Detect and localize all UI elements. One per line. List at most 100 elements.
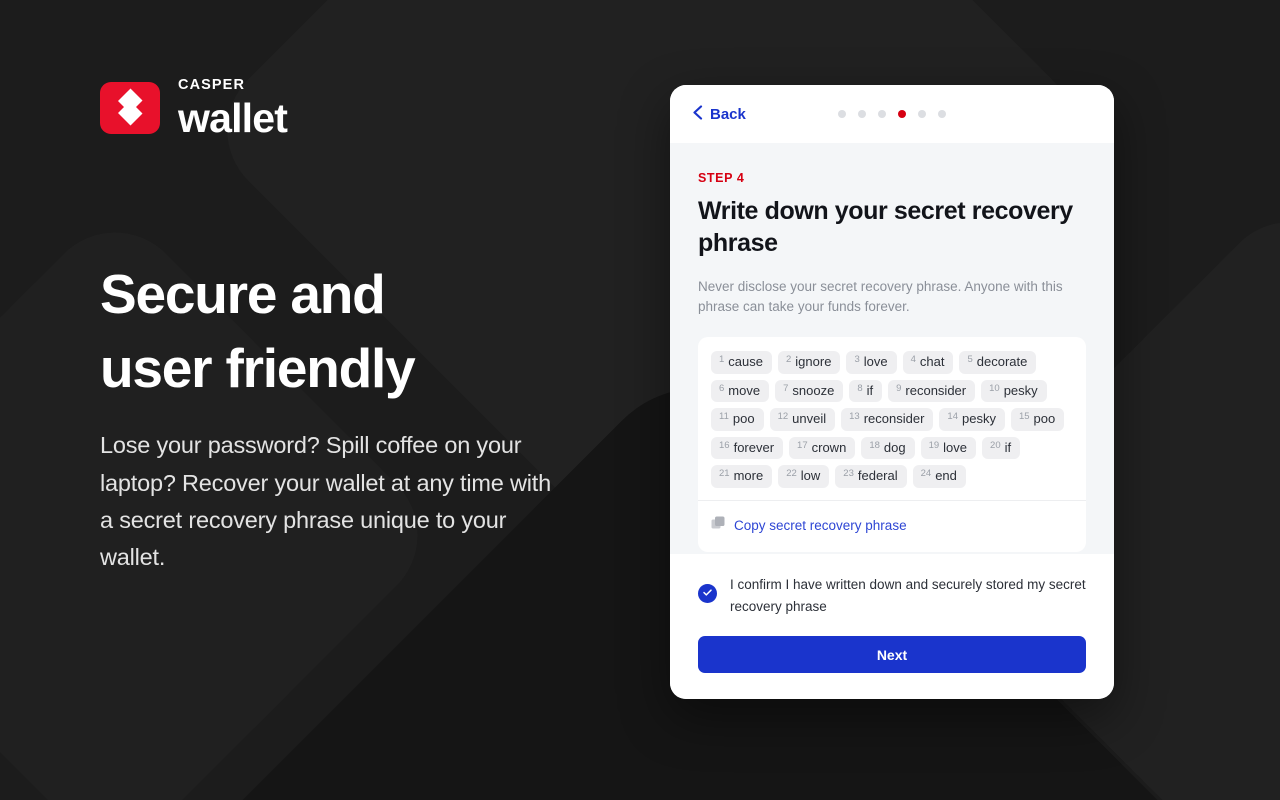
- recovery-word-index: 16: [719, 439, 730, 451]
- recovery-word-text: more: [733, 468, 764, 484]
- recovery-word-chip: 21 more: [711, 465, 773, 488]
- recovery-word-text: low: [800, 468, 821, 484]
- card-footer: I confirm I have written down and secure…: [670, 554, 1114, 699]
- recovery-word-text: love: [863, 354, 888, 370]
- hero-body: Lose your password? Spill coffee on your…: [100, 432, 551, 570]
- recovery-word-index: 6: [719, 382, 725, 394]
- recovery-word-index: 12: [777, 411, 789, 423]
- recovery-word-chip: 1 cause: [711, 351, 772, 374]
- recovery-word-text: poo: [1033, 411, 1056, 427]
- recovery-word-index: 10: [989, 382, 1000, 394]
- recovery-word-chip: 18 dog: [861, 436, 915, 460]
- recovery-word-index: 24: [920, 468, 932, 480]
- recovery-word-chip: 3 love: [846, 351, 897, 374]
- recovery-word-chip: 17 crown: [789, 436, 856, 460]
- recovery-word-index: 9: [896, 382, 902, 394]
- recovery-word-chip: 6 move: [711, 379, 770, 403]
- recovery-word-index: 11: [719, 411, 729, 423]
- recovery-word-index: 7: [783, 382, 789, 394]
- recovery-word-text: dog: [883, 439, 906, 455]
- brand-logo: CASPER wallet: [100, 77, 288, 141]
- check-icon: [702, 585, 713, 603]
- recovery-word-chip: 14 pesky: [939, 408, 1005, 431]
- recovery-word-index: 19: [928, 439, 940, 451]
- card-header: Back: [670, 85, 1114, 143]
- recovery-word-chip: 2 ignore: [778, 351, 841, 374]
- recovery-word-chip: 8 if: [849, 379, 883, 403]
- recovery-word-text: poo: [732, 411, 755, 427]
- recovery-word-text: pesky: [961, 411, 996, 427]
- brand-eyebrow: CASPER: [178, 77, 246, 93]
- recovery-word-index: 23: [843, 468, 854, 480]
- onboarding-card: Back STEP 4 Write down your secret recov…: [670, 85, 1114, 699]
- recovery-word-text: snooze: [792, 382, 835, 398]
- brand-name: wallet: [178, 94, 288, 141]
- step-dot-1[interactable]: [838, 110, 846, 118]
- recovery-word-text: love: [943, 439, 968, 455]
- recovery-word-chip: 16 forever: [711, 436, 784, 460]
- recovery-phrase-panel: 1 cause 2 ignore 3 love 4 chat 5 decorate 6 move 7 sn…: [698, 337, 1086, 552]
- recovery-word-text: federal: [857, 468, 898, 484]
- confirm-label: I confirm I have written down and secure…: [730, 577, 1086, 615]
- recovery-word-chip: 19 love: [920, 436, 977, 460]
- recovery-word-index: 22: [786, 468, 797, 480]
- confirm-checkbox[interactable]: [698, 584, 717, 604]
- recovery-word-chip: 15 poo: [1010, 408, 1065, 431]
- recovery-word-chip: 13 reconsider: [841, 408, 934, 431]
- recovery-word-index: 5: [967, 354, 973, 366]
- step-indicator: [670, 110, 1114, 118]
- recovery-word-index: 17: [797, 439, 808, 451]
- recovery-word-index: 2: [786, 354, 792, 366]
- recovery-word-grid: 1 cause 2 ignore 3 love 4 chat 5 decorate 6 move 7 sn…: [711, 351, 1073, 500]
- step-dot-5[interactable]: [918, 110, 926, 118]
- recovery-word-chip: 24 end: [912, 465, 966, 488]
- step-label: STEP 4: [698, 171, 745, 185]
- card-body: STEP 4 Write down your secret recovery p…: [670, 143, 1114, 555]
- recovery-word-text: forever: [733, 439, 775, 455]
- recovery-word-index: 8: [857, 382, 863, 394]
- hero-title: Secure and user friendly: [100, 263, 416, 399]
- step-dot-2[interactable]: [858, 110, 866, 118]
- recovery-word-chip: 5 decorate: [959, 351, 1037, 374]
- copy-phrase-label: Copy secret recovery phrase: [734, 518, 907, 534]
- next-button[interactable]: Next: [698, 636, 1086, 673]
- recovery-word-index: 1: [719, 354, 725, 366]
- card-title: Write down your secret recovery phrase: [698, 197, 1073, 257]
- card-description: Never disclose your secret recovery phra…: [698, 278, 1063, 315]
- recovery-word-index: 4: [910, 354, 916, 366]
- recovery-word-text: cause: [728, 354, 763, 370]
- recovery-word-chip: 7 snooze: [775, 379, 844, 403]
- hero-section: Secure and user friendly Lose your passw…: [100, 258, 570, 576]
- recovery-word-text: pesky: [1003, 382, 1038, 398]
- recovery-word-chip: 22 low: [778, 465, 830, 488]
- casper-c-logo-icon: [100, 82, 160, 135]
- recovery-word-text: reconsider: [863, 411, 925, 427]
- recovery-word-chip: 9 reconsider: [888, 379, 976, 403]
- recovery-word-text: crown: [811, 439, 847, 455]
- recovery-word-index: 21: [719, 468, 730, 480]
- recovery-word-index: 14: [947, 411, 958, 423]
- recovery-word-index: 13: [849, 411, 860, 423]
- recovery-word-index: 15: [1018, 411, 1030, 423]
- copy-icon: [711, 516, 726, 536]
- recovery-word-index: 18: [869, 439, 880, 451]
- recovery-word-text: decorate: [976, 354, 1028, 370]
- recovery-word-chip: 23 federal: [835, 465, 907, 488]
- recovery-word-text: reconsider: [905, 382, 967, 398]
- copy-phrase-button[interactable]: Copy secret recovery phrase: [711, 501, 1073, 552]
- recovery-word-text: ignore: [795, 354, 832, 370]
- step-dot-6[interactable]: [938, 110, 946, 118]
- recovery-word-text: if: [866, 382, 874, 398]
- recovery-word-chip: 12 unveil: [769, 408, 836, 431]
- recovery-word-index: 3: [854, 354, 860, 366]
- step-dot-3[interactable]: [878, 110, 886, 118]
- recovery-word-chip: 11 poo: [711, 408, 764, 431]
- recovery-word-text: end: [935, 468, 957, 484]
- recovery-word-chip: 10 pesky: [981, 379, 1047, 403]
- recovery-word-chip: 20 if: [982, 436, 1021, 460]
- confirm-row[interactable]: I confirm I have written down and secure…: [698, 574, 1086, 618]
- recovery-word-chip: 4 chat: [902, 351, 954, 374]
- recovery-word-index: 20: [990, 439, 1001, 451]
- recovery-word-text: unveil: [792, 411, 827, 427]
- step-dot-4-active[interactable]: [898, 110, 906, 118]
